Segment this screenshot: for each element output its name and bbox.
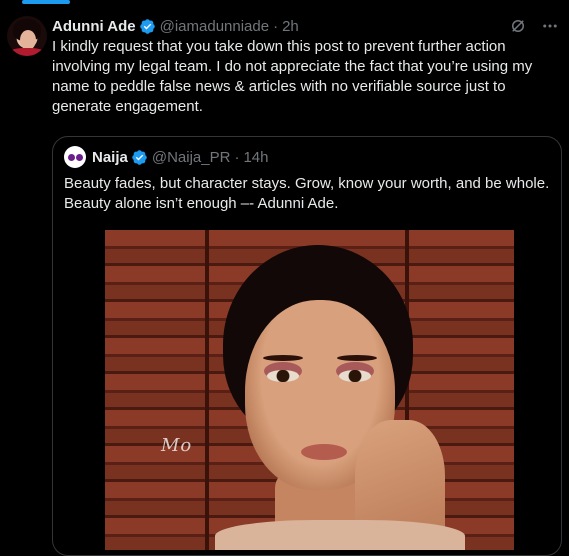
quoted-post-header: Naija @Naija_PR · 14h: [64, 146, 269, 168]
grok-icon[interactable]: [509, 17, 527, 35]
quoted-author-handle: @Naija_PR: [151, 148, 231, 166]
quoted-post-text: Beauty fades, but character stays. Grow,…: [64, 175, 550, 212]
separator-dot: ·: [234, 148, 240, 166]
quoted-author-avatar: [64, 146, 86, 168]
author-name[interactable]: Adunni Ade: [52, 18, 136, 35]
post-time[interactable]: 2h: [282, 18, 299, 35]
image-watermark: Mo: [161, 435, 193, 456]
active-tab-underline: [22, 0, 70, 4]
verified-badge-icon: [139, 18, 155, 34]
quoted-author-name: Naija: [92, 148, 128, 166]
verified-badge-icon: [132, 149, 147, 165]
quoted-post-image[interactable]: Mo: [105, 230, 514, 550]
quoted-post[interactable]: Naija @Naija_PR · 14h Beauty fades, but …: [52, 136, 562, 556]
author-handle[interactable]: @iamadunniade: [160, 18, 269, 35]
post-header: Adunni Ade @iamadunniade · 2h: [52, 15, 559, 37]
author-avatar[interactable]: [7, 16, 47, 56]
top-tab-indicator: [0, 0, 569, 6]
post-text: I kindly request that you take down this…: [52, 38, 533, 115]
quoted-post-time: 14h: [243, 148, 269, 166]
more-icon[interactable]: [541, 17, 559, 35]
separator-dot: ·: [273, 17, 279, 35]
